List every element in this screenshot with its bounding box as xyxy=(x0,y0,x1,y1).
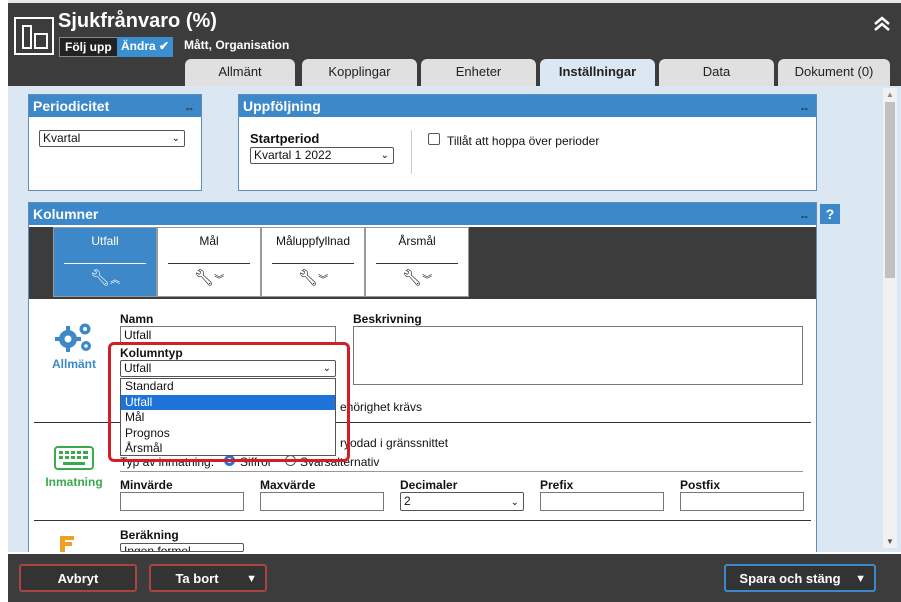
wrench-icon: 🔧︎︽ xyxy=(89,270,121,287)
calculation-select[interactable]: Ingen formel xyxy=(120,543,244,552)
periodicitet-select[interactable]: Kvartal ⌄ xyxy=(39,130,185,147)
periodicitet-title: Periodicitet xyxy=(33,98,110,114)
startperiod-label: Startperiod xyxy=(250,131,320,146)
max-label: Maxvärde xyxy=(260,478,316,492)
keyboard-icon xyxy=(40,446,108,475)
footer: Avbryt Ta bort ▼ Spara och stäng ▼ xyxy=(8,554,901,602)
change-button[interactable]: Ändra ✔ xyxy=(117,37,174,57)
column-tab-maluppfyllnad[interactable]: Måluppfyllnad 🔧︎︾ xyxy=(261,227,365,297)
check-icon: ✔ xyxy=(155,39,170,53)
column-tabs-strip: Utfall 🔧︎︽ Mål 🔧︎︾ Måluppfyllnad 🔧︎︾ Års… xyxy=(29,227,816,299)
section-divider xyxy=(34,520,811,521)
behorighet-text: ehörighet krävs xyxy=(340,400,423,414)
column-tab-label: Utfall xyxy=(91,234,119,248)
startperiod-value: Kvartal 1 2022 xyxy=(254,148,332,162)
caret-down-icon[interactable]: ▼ xyxy=(246,566,257,592)
page-subtitle: Mått, Organisation xyxy=(184,38,290,52)
allmant-section: Allmänt xyxy=(46,320,102,371)
wrench-icon: 🔧︎︾ xyxy=(297,270,329,287)
help-button[interactable]: ? xyxy=(820,204,840,224)
periodicitet-header: Periodicitet ⇔ xyxy=(29,95,201,117)
chevron-down-icon: ⌄ xyxy=(510,497,519,508)
startperiod-select[interactable]: Kvartal 1 2022 ⌄ xyxy=(250,147,394,164)
chevron-down-icon: ⌄ xyxy=(380,150,389,161)
tab-kopplingar[interactable]: Kopplingar xyxy=(302,59,417,86)
postfix-label: Postfix xyxy=(680,478,721,492)
description-field[interactable] xyxy=(353,326,803,385)
save-close-button[interactable]: Spara och stäng ▼ xyxy=(724,564,876,592)
min-label: Minvärde xyxy=(120,478,173,492)
gears-icon xyxy=(46,320,102,357)
kolumner-header: Kolumner ⇔ xyxy=(29,203,816,225)
scroll-up-icon[interactable]: ▲ xyxy=(886,90,894,99)
name-label: Namn xyxy=(120,312,154,326)
column-tab-mal[interactable]: Mål 🔧︎︾ xyxy=(157,227,261,297)
chevron-down-icon: ⌄ xyxy=(171,133,180,144)
scrollbar[interactable]: ▲ ▼ xyxy=(883,88,897,548)
uppfoljning-header: Uppföljning ⇔ xyxy=(239,95,816,117)
delete-button[interactable]: Ta bort ▼ xyxy=(149,564,267,592)
prefix-label: Prefix xyxy=(540,478,574,492)
decimals-label: Decimaler xyxy=(400,478,458,492)
decimals-value: 2 xyxy=(404,494,411,508)
postfix-field[interactable] xyxy=(680,492,804,511)
inmatning-section: Inmatning xyxy=(40,446,108,489)
scrollbar-thumb[interactable] xyxy=(885,102,895,278)
change-label: Ändra xyxy=(121,39,156,53)
caret-down-icon[interactable]: ▼ xyxy=(855,566,866,592)
uppfoljning-title: Uppföljning xyxy=(243,98,321,114)
formula-icon xyxy=(58,534,76,552)
divider xyxy=(411,130,412,174)
save-close-label: Spara och stäng xyxy=(739,571,841,586)
skip-periods-label: Tillåt att hoppa över perioder xyxy=(447,134,600,148)
allmant-label: Allmänt xyxy=(51,357,96,371)
max-field[interactable] xyxy=(260,492,384,511)
top-line xyxy=(8,0,901,3)
header: Sjukfrånvaro (%) Följ upp Ändra ✔ Mått, … xyxy=(8,0,901,86)
description-label: Beskrivning xyxy=(353,312,422,326)
periodicitet-value: Kvartal xyxy=(43,131,81,145)
delete-label: Ta bort xyxy=(175,571,219,586)
inmatning-label: Inmatning xyxy=(45,475,103,489)
tab-enheter[interactable]: Enheter xyxy=(421,59,536,86)
column-tab-label: Måluppfyllnad xyxy=(275,234,351,248)
pin-icon[interactable]: ⇔ xyxy=(799,98,810,120)
tab-allmant[interactable]: Allmänt xyxy=(185,59,295,86)
skip-periods-checkbox[interactable] xyxy=(428,133,440,145)
app-logo-icon xyxy=(14,17,54,55)
periodicitet-panel: Periodicitet ⇔ Kvartal ⌄ xyxy=(28,94,202,191)
visa-text: ryodad i gränssnittet xyxy=(340,436,449,450)
column-tab-utfall[interactable]: Utfall 🔧︎︽ xyxy=(53,227,157,297)
tab-data[interactable]: Data xyxy=(659,59,774,86)
column-tab-label: Mål xyxy=(199,234,219,248)
wrench-icon: 🔧︎︾ xyxy=(193,270,225,287)
collapse-icon[interactable] xyxy=(873,14,893,34)
cancel-button[interactable]: Avbryt xyxy=(19,564,137,592)
uppfoljning-panel: Uppföljning ⇔ Startperiod Kvartal 1 2022… xyxy=(238,94,817,191)
pin-icon[interactable]: ⇔ xyxy=(799,206,810,228)
min-field[interactable] xyxy=(120,492,244,511)
pin-icon[interactable]: ⇔ xyxy=(184,98,195,120)
prefix-field[interactable] xyxy=(540,492,664,511)
column-tab-arsmal[interactable]: Årsmål 🔧︎︾ xyxy=(365,227,469,297)
follow-up-button[interactable]: Följ upp xyxy=(59,37,118,57)
kolumner-title: Kolumner xyxy=(33,206,99,222)
highlight-box xyxy=(108,342,350,462)
wrench-icon: 🔧︎︾ xyxy=(401,270,433,287)
calculation-label: Beräkning xyxy=(120,528,179,542)
divider xyxy=(120,471,803,472)
tab-installningar[interactable]: Inställningar xyxy=(540,59,655,86)
decimals-select[interactable]: 2 ⌄ xyxy=(400,492,524,511)
column-tab-label: Årsmål xyxy=(398,234,436,248)
tab-dokument[interactable]: Dokument (0) xyxy=(778,59,890,86)
scroll-down-icon[interactable]: ▼ xyxy=(886,537,894,546)
page-title: Sjukfrånvaro (%) xyxy=(58,10,217,32)
calculation-value: Ingen formel xyxy=(124,544,191,552)
